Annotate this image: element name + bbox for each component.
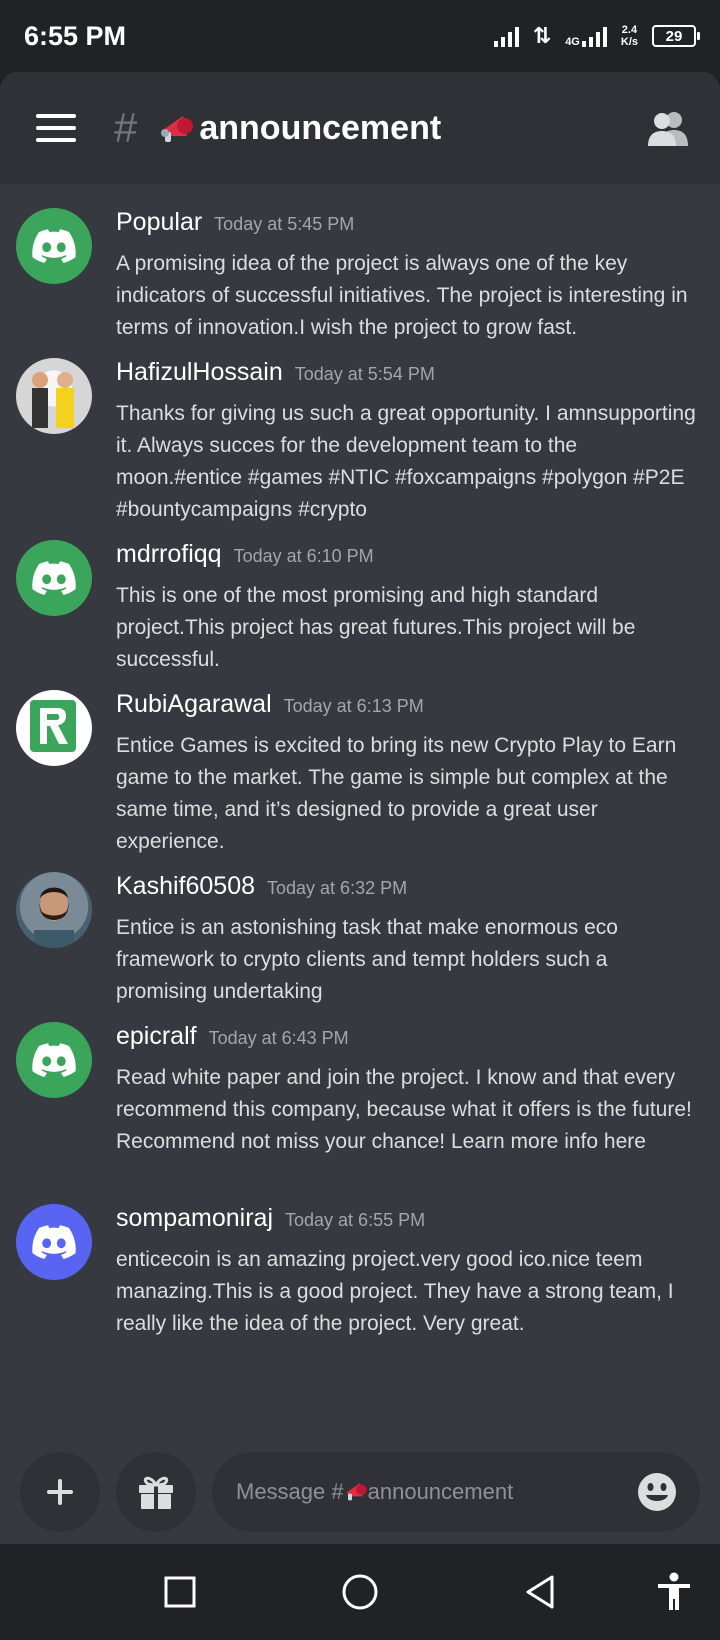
message-text: Thanks for giving us such a great opport… [116,402,696,521]
message-input-placeholder: Message # announcement [236,1479,514,1504]
discord-logo-icon [32,1043,76,1077]
message-item: epicralf Today at 6:43 PM Read white pape… [0,1018,720,1200]
avatar[interactable] [16,690,92,766]
battery-icon: 29 [652,25,700,47]
composer-bar: Message # announcement [0,1440,720,1544]
timestamp: Today at 6:55 PM [285,1210,426,1230]
attach-button[interactable] [20,1452,100,1532]
message-item: Kashif60508 Today at 6:32 PM Entice is an… [0,868,720,1018]
message-text: This is one of the most promising and hi… [116,584,636,671]
recents-icon[interactable] [164,1576,196,1608]
message-list: Popular Today at 5:45 PM A promising idea… [0,184,720,1350]
network-type: 4G [565,36,580,48]
emoji-icon[interactable] [636,1471,678,1513]
message-item: RubiAgarawal Today at 6:13 PM Entice Game… [0,686,720,868]
message-item: mdrrofiqq Today at 6:10 PM This is one of… [0,536,720,686]
channel-title: announcement [199,108,442,147]
avatar[interactable] [16,540,92,616]
timestamp: Today at 5:45 PM [214,214,355,234]
plus-icon [47,1479,73,1505]
avatar[interactable] [16,358,92,434]
hamburger-menu-icon[interactable] [36,114,76,142]
timestamp: Today at 6:32 PM [267,878,408,898]
megaphone-icon [346,1483,367,1501]
status-icons: ⇅ 4G 2.4 K/s 29 [493,23,700,49]
gift-icon [139,1476,173,1509]
message-item: sompamoniraj Today at 6:55 PM enticecoin … [0,1200,720,1350]
message-item: Popular Today at 5:45 PM A promising idea… [0,204,720,354]
discord-logo-icon [32,561,76,595]
timestamp: Today at 6:43 PM [208,1028,349,1048]
user-photo-icon [32,372,74,428]
username[interactable]: epicralf [116,1022,197,1051]
message-item: HafizulHossain Today at 5:54 PM Thanks fo… [0,354,720,536]
username[interactable]: mdrrofiqq [116,540,222,569]
accessibility-icon[interactable] [656,1572,692,1612]
status-time: 6:55 PM [24,20,127,51]
username[interactable]: Popular [116,208,202,237]
megaphone-icon [161,116,194,142]
username[interactable]: Kashif60508 [116,872,255,901]
timestamp: Today at 6:10 PM [233,546,374,566]
discord-logo-icon [32,229,76,263]
system-nav-bar [0,1544,720,1640]
members-icon[interactable] [646,108,690,148]
status-bar: 6:55 PM ⇅ 4G 2.4 K/s 29 [0,0,720,72]
back-icon[interactable] [524,1574,556,1610]
avatar[interactable] [16,872,92,948]
timestamp: Today at 6:13 PM [283,696,424,716]
message-text: A promising idea of the project is alway… [116,252,688,339]
home-icon[interactable] [342,1574,378,1610]
data-arrows-icon: ⇅ [532,23,552,48]
username[interactable]: sompamoniraj [116,1204,273,1233]
message-input[interactable]: Message # announcement [212,1452,700,1532]
message-text: enticecoin is an amazing project.very go… [116,1248,674,1335]
timestamp: Today at 5:54 PM [294,364,435,384]
channel-hash-icon: # [114,104,138,151]
message-text: Entice is an astonishing task that make … [116,916,618,1003]
r-logo-icon [30,700,76,752]
message-text: Entice Games is excited to bring its new… [116,734,677,853]
username[interactable]: HafizulHossain [116,358,283,387]
net-speed: 2.4 K/s [620,24,638,48]
user-photo-icon [34,887,74,948]
cell-signal-icon [581,25,607,47]
battery-level: 29 [665,27,683,45]
app-window: # announcement Popular Today at 5:45 PM A… [0,72,720,1544]
discord-logo-icon [32,1225,76,1259]
avatar[interactable] [16,208,92,284]
message-text: Read white paper and join the project. I… [116,1066,692,1153]
avatar[interactable] [16,1022,92,1098]
wifi-signal-icon [493,25,519,47]
gift-button[interactable] [116,1452,196,1532]
username[interactable]: RubiAgarawal [116,690,272,719]
channel-header: # announcement [0,72,720,184]
avatar[interactable] [16,1204,92,1280]
